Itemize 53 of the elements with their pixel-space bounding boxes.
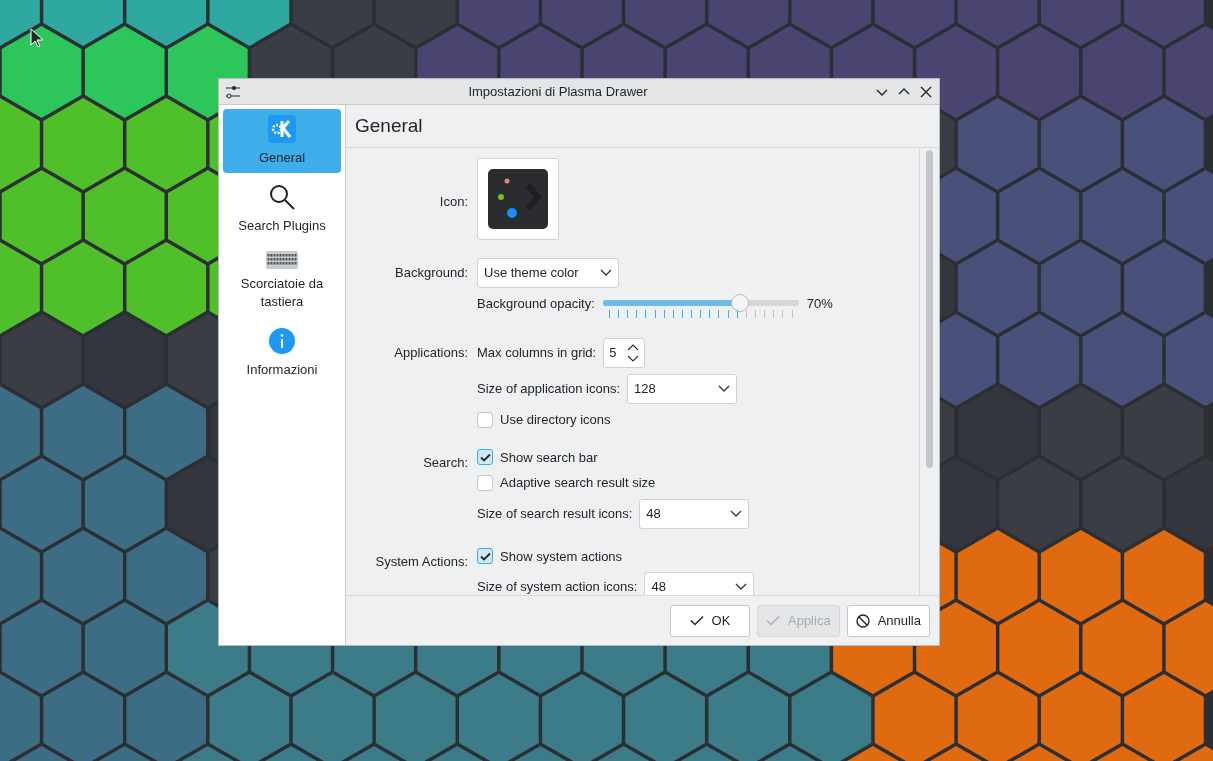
info-icon [268,327,296,355]
dialog-button[interactable]: OK [670,604,750,637]
field-label: Max columns in grid: [477,344,597,363]
chevron-down-icon [600,269,612,277]
app-logo-icon [486,167,550,231]
section-label: System Actions: [375,553,468,569]
field-label: Size of search result icons: [477,504,633,523]
field-label: Background opacity: [477,295,595,313]
check-icon [689,615,704,626]
dropdown[interactable]: 48 [639,498,750,529]
mouse-pointer-icon [30,28,44,48]
field-label: Show system actions [500,547,623,566]
chevron-down-icon [718,385,731,393]
gear-logo-icon [268,115,296,143]
field-label: Size of application icons: [477,380,621,399]
dropdown[interactable]: 128 [627,374,738,404]
window-title: Impostazioni di Plasma Drawer [467,82,649,101]
checkbox[interactable] [477,474,493,491]
section-label: Applications: [394,345,468,360]
search-icon [268,183,296,211]
icon-picker-button[interactable] [477,158,559,240]
field-label: Use directory icons [500,411,611,429]
spin-box[interactable]: 5 [603,338,646,368]
keyboard-icon [266,251,298,269]
dropdown[interactable]: 48 [644,572,755,595]
dialog-button[interactable]: Annulla [846,604,930,637]
field-label: Adaptive search result size [500,474,656,492]
dropdown[interactable]: Use theme color [477,258,619,288]
sidebar-item[interactable]: Informazioni [223,321,341,385]
hexagon-tile [0,0,40,46]
sidebar-item[interactable]: Search Plugins [223,177,341,241]
up-down-arrows-icon [627,343,640,363]
sidebar-item[interactable]: Scorciatoie da tastiera [223,245,341,317]
chevron-down-icon [730,509,743,518]
cancel-icon [855,613,870,628]
field-label: Show search bar [500,448,598,467]
checkbox[interactable] [477,411,493,428]
check-icon [479,452,491,462]
checkbox[interactable] [477,548,493,565]
sidebar-item[interactable]: General [223,109,341,173]
checkbox[interactable] [477,449,493,466]
field-label: Size of system action icons: [477,578,638,595]
section-label: Search: [423,454,468,470]
opacity-slider[interactable] [602,294,799,318]
sliders-icon [225,83,241,100]
chevron-down-icon [735,583,748,591]
section-label: Icon: [439,193,468,211]
page-title: General [355,113,423,138]
close-icon[interactable] [919,84,933,99]
section-label: Background: [395,265,468,280]
check-icon [766,615,780,626]
opacity-value: 70% [806,295,833,313]
check-icon [479,551,491,561]
